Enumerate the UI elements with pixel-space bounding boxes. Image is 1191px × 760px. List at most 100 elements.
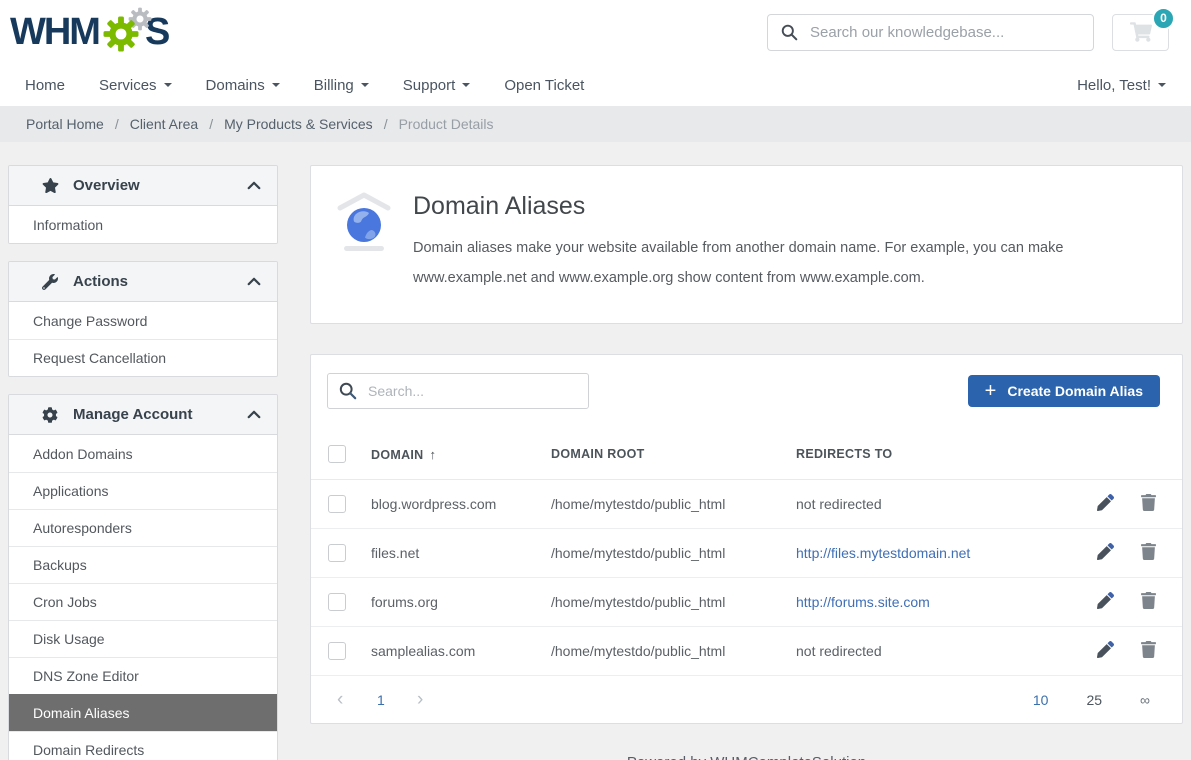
sidebar-item-addon-domains[interactable]: Addon Domains xyxy=(9,435,277,472)
pagination-prev-icon[interactable]: ‹ xyxy=(337,689,377,711)
shopping-cart-icon xyxy=(1130,22,1152,42)
delete-button[interactable] xyxy=(1141,543,1156,560)
sidebar-item-change-password[interactable]: Change Password xyxy=(9,302,277,339)
breadcrumb-my-products-services[interactable]: My Products & Services xyxy=(224,116,373,132)
caret-down-icon xyxy=(164,83,172,87)
breadcrumb-product-details: Product Details xyxy=(399,116,494,132)
column-header-redirects-to[interactable]: REDIRECTS TO xyxy=(786,429,1072,480)
nav-item-domains[interactable]: Domains xyxy=(206,77,280,94)
page-size-25[interactable]: 25 xyxy=(1086,692,1102,708)
table-row: forums.org /home/mytestdo/public_html ht… xyxy=(311,578,1182,627)
edit-button[interactable] xyxy=(1097,494,1114,511)
user-menu[interactable]: Hello, Test! xyxy=(1077,77,1166,94)
content-area: Overview Information Actions xyxy=(0,142,1191,760)
table-row: files.net /home/mytestdo/public_html htt… xyxy=(311,529,1182,578)
caret-down-icon xyxy=(1158,83,1166,87)
delete-button[interactable] xyxy=(1141,641,1156,658)
knowledgebase-search-input[interactable] xyxy=(767,14,1094,51)
cart-button[interactable]: 0 xyxy=(1112,14,1169,51)
page-size-10[interactable]: 10 xyxy=(1033,692,1049,708)
nav-item-support[interactable]: Support xyxy=(403,77,471,94)
select-all-checkbox[interactable] xyxy=(328,445,346,463)
sidebar-item-label: Autoresponders xyxy=(33,520,132,536)
pagination-next-icon[interactable]: › xyxy=(417,689,457,711)
sidebar-item-disk-usage[interactable]: Disk Usage xyxy=(9,620,277,657)
sidebar-item-domain-redirects[interactable]: Domain Redirects xyxy=(9,731,277,760)
breadcrumb-portal-home[interactable]: Portal Home xyxy=(26,116,104,132)
sidebar-item-request-cancellation[interactable]: Request Cancellation xyxy=(9,339,277,376)
sidebar-item-autoresponders[interactable]: Autoresponders xyxy=(9,509,277,546)
redirect-link[interactable]: http://forums.site.com xyxy=(796,594,930,610)
table-search xyxy=(327,373,589,409)
pagination-page-1[interactable]: 1 xyxy=(377,692,417,708)
user-menu-label: Hello, Test! xyxy=(1077,77,1151,94)
column-header-actions xyxy=(1072,429,1182,480)
row-checkbox[interactable] xyxy=(328,544,346,562)
sidebar-item-label: Disk Usage xyxy=(33,631,105,647)
row-checkbox[interactable] xyxy=(328,593,346,611)
whmcs-logo[interactable]: WHM xyxy=(10,8,168,56)
sidebar-item-information[interactable]: Information xyxy=(9,206,277,243)
cell-domain: samplealias.com xyxy=(361,627,541,676)
sort-asc-icon: ↑ xyxy=(430,447,437,462)
gear-icon xyxy=(39,407,61,423)
collapse-chevron-icon[interactable] xyxy=(247,410,261,419)
column-header-domain-root[interactable]: DOMAIN ROOT xyxy=(541,429,786,480)
delete-button[interactable] xyxy=(1141,494,1156,511)
caret-down-icon xyxy=(462,83,470,87)
cell-domain-root: /home/mytestdo/public_html xyxy=(541,529,786,578)
cell-domain-root: /home/mytestdo/public_html xyxy=(541,627,786,676)
column-header-domain[interactable]: DOMAIN↑ xyxy=(361,429,541,480)
collapse-chevron-icon[interactable] xyxy=(247,277,261,286)
panel-title: Overview xyxy=(73,177,140,194)
caret-down-icon xyxy=(361,83,369,87)
nav-item-home[interactable]: Home xyxy=(25,77,65,94)
row-checkbox[interactable] xyxy=(328,495,346,513)
page-header-card: Domain Aliases Domain aliases make your … xyxy=(310,165,1183,324)
sidebar-item-label: Request Cancellation xyxy=(33,350,166,366)
manage-account-panel-header[interactable]: Manage Account xyxy=(9,395,277,435)
pagination-bar: ‹ 1 › 10 25 ∞ xyxy=(311,676,1182,723)
overview-panel: Overview Information xyxy=(8,165,278,244)
sidebar-item-label: Addon Domains xyxy=(33,446,133,462)
sidebar-item-backups[interactable]: Backups xyxy=(9,546,277,583)
breadcrumb-separator: / xyxy=(209,116,213,132)
knowledgebase-search xyxy=(767,14,1094,51)
create-domain-alias-button[interactable]: + Create Domain Alias xyxy=(968,375,1160,407)
sidebar-item-domain-aliases[interactable]: Domain Aliases xyxy=(9,694,277,731)
whmcs-client-area-page: WHM xyxy=(0,0,1191,760)
sidebar-item-label: DNS Zone Editor xyxy=(33,668,139,684)
delete-button[interactable] xyxy=(1141,592,1156,609)
search-icon xyxy=(339,382,357,400)
nav-item-services[interactable]: Services xyxy=(99,77,172,94)
table-row: blog.wordpress.com /home/mytestdo/public… xyxy=(311,480,1182,529)
row-checkbox[interactable] xyxy=(328,642,346,660)
actions-panel-header[interactable]: Actions xyxy=(9,262,277,302)
sidebar-item-dns-zone-editor[interactable]: DNS Zone Editor xyxy=(9,657,277,694)
sidebar-item-applications[interactable]: Applications xyxy=(9,472,277,509)
green-gear-icon xyxy=(101,14,141,54)
cell-redirects-to: not redirected xyxy=(786,480,1072,529)
page-size-all-icon[interactable]: ∞ xyxy=(1140,692,1150,708)
panel-title: Actions xyxy=(73,273,128,290)
edit-button[interactable] xyxy=(1097,592,1114,609)
page-description: Domain aliases make your website availab… xyxy=(413,233,1158,293)
table-search-input[interactable] xyxy=(327,373,589,409)
overview-panel-header[interactable]: Overview xyxy=(9,166,277,206)
edit-button[interactable] xyxy=(1097,641,1114,658)
nav-item-label: Support xyxy=(403,77,456,94)
cell-domain: files.net xyxy=(361,529,541,578)
nav-item-open-ticket[interactable]: Open Ticket xyxy=(504,77,584,94)
cell-redirects-to: http://files.mytestdomain.net xyxy=(786,529,1072,578)
edit-button[interactable] xyxy=(1097,543,1114,560)
cart-count-badge: 0 xyxy=(1152,7,1175,30)
trash-icon xyxy=(1141,494,1156,511)
sidebar-item-cron-jobs[interactable]: Cron Jobs xyxy=(9,583,277,620)
cell-redirects-to: not redirected xyxy=(786,627,1072,676)
domain-aliases-globe-icon xyxy=(335,188,393,252)
breadcrumb-client-area[interactable]: Client Area xyxy=(130,116,198,132)
redirect-link[interactable]: http://files.mytestdomain.net xyxy=(796,545,970,561)
collapse-chevron-icon[interactable] xyxy=(247,181,261,190)
nav-item-billing[interactable]: Billing xyxy=(314,77,369,94)
sidebar-item-label: Applications xyxy=(33,483,109,499)
